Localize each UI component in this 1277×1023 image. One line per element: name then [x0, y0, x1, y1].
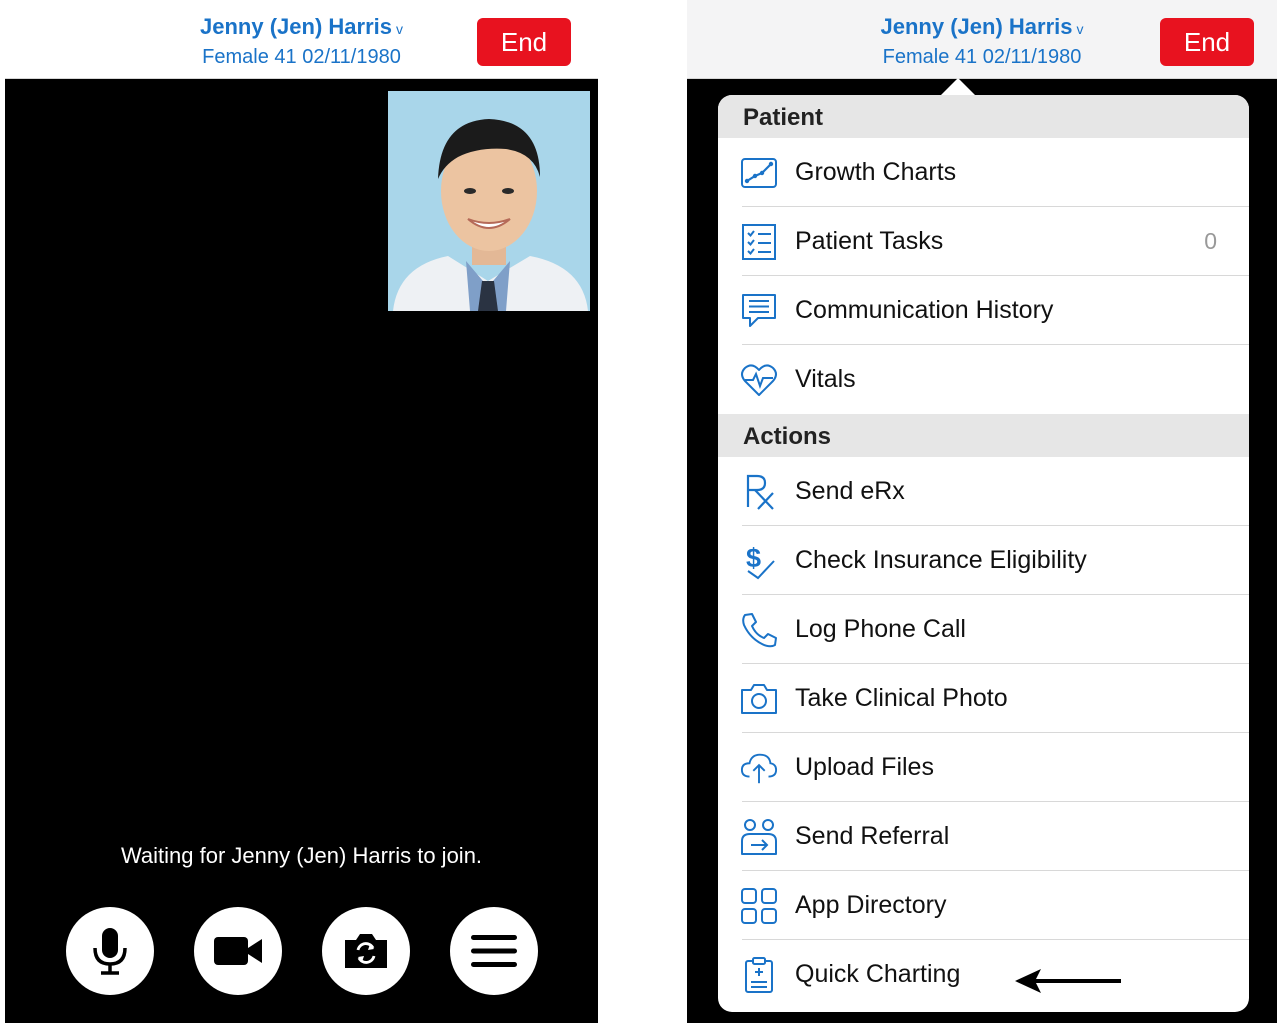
- provider-avatar: [388, 91, 590, 311]
- menu-item-send-referral[interactable]: Send Referral: [718, 802, 1249, 871]
- menu-item-label: App Directory: [795, 891, 947, 919]
- section-header-actions: Actions: [718, 414, 1249, 457]
- checklist-icon: [740, 223, 778, 261]
- more-options-button[interactable]: [450, 907, 538, 995]
- dollar-check-icon: $: [740, 542, 778, 580]
- patient-name: Jenny (Jen) Harris: [200, 14, 392, 39]
- toggle-video-button[interactable]: [194, 907, 282, 995]
- menu-item-label: Upload Files: [795, 753, 934, 781]
- app-grid-icon: [740, 887, 778, 925]
- section-header-patient: Patient: [718, 95, 1249, 138]
- menu-item-label: Patient Tasks: [795, 227, 944, 255]
- clipboard-icon: [740, 956, 778, 994]
- menu-item-communication-history[interactable]: Communication History: [718, 276, 1249, 345]
- menu-item-label: Quick Charting: [795, 960, 961, 988]
- microphone-icon: [93, 928, 127, 975]
- end-call-button[interactable]: End: [477, 18, 571, 66]
- patient-menu-popover: Patient Growth Charts Patient Tasks 0 Co…: [718, 95, 1249, 1012]
- patient-menu-screen: Jenny (Jen) Harris v Female 41 02/11/1980…: [687, 0, 1277, 1023]
- waiting-message: Waiting for Jenny (Jen) Harris to join.: [120, 843, 483, 868]
- end-call-button[interactable]: End: [1160, 18, 1254, 66]
- menu-item-label: Send eRx: [795, 477, 905, 505]
- patient-name: Jenny (Jen) Harris: [880, 14, 1073, 39]
- hamburger-menu-icon: [471, 935, 517, 967]
- switch-camera-button[interactable]: [322, 907, 410, 995]
- svg-text:$: $: [746, 543, 761, 573]
- menu-item-label: Communication History: [795, 296, 1054, 324]
- menu-item-patient-tasks[interactable]: Patient Tasks 0: [718, 207, 1249, 276]
- menu-item-label: Growth Charts: [795, 158, 957, 186]
- menu-item-growth-charts[interactable]: Growth Charts: [718, 138, 1249, 207]
- chevron-down-icon: v: [395, 21, 403, 37]
- menu-item-quick-charting[interactable]: Quick Charting: [718, 940, 1249, 1009]
- menu-item-check-insurance-eligibility[interactable]: $ Check Insurance Eligibility: [718, 526, 1249, 595]
- chevron-down-icon: v: [1076, 21, 1084, 37]
- heart-pulse-icon: [740, 361, 778, 399]
- call-header: Jenny (Jen) Harris v Female 41 02/11/1980…: [687, 0, 1277, 79]
- self-view-video: [388, 91, 590, 311]
- mute-microphone-button[interactable]: [66, 907, 154, 995]
- menu-item-send-erx[interactable]: Send eRx: [718, 457, 1249, 526]
- pointer-arrow-icon: [1015, 969, 1121, 993]
- phone-icon: [740, 611, 778, 649]
- video-call-screen: Jenny (Jen) Harris v Female 41 02/11/1980…: [5, 0, 598, 1023]
- call-header: Jenny (Jen) Harris v Female 41 02/11/1980…: [5, 0, 598, 79]
- referral-icon: [740, 818, 778, 856]
- menu-item-label: Check Insurance Eligibility: [795, 546, 1087, 574]
- menu-item-vitals[interactable]: Vitals: [718, 345, 1249, 414]
- menu-item-label: Take Clinical Photo: [795, 684, 1008, 712]
- growth-chart-icon: [740, 154, 778, 192]
- switch-camera-icon: [345, 934, 387, 968]
- popover-caret: [940, 78, 976, 96]
- menu-item-label: Vitals: [795, 365, 856, 393]
- message-bubble-icon: [740, 292, 778, 330]
- menu-item-upload-files[interactable]: Upload Files: [718, 733, 1249, 802]
- video-camera-icon: [214, 937, 262, 965]
- menu-item-label: Log Phone Call: [795, 615, 966, 643]
- menu-item-app-directory[interactable]: App Directory: [718, 871, 1249, 940]
- menu-item-take-clinical-photo[interactable]: Take Clinical Photo: [718, 664, 1249, 733]
- cloud-upload-icon: [740, 749, 778, 787]
- rx-icon: [740, 473, 778, 511]
- task-count: 0: [1204, 228, 1217, 254]
- menu-item-log-phone-call[interactable]: Log Phone Call: [718, 595, 1249, 664]
- camera-icon: [740, 680, 778, 718]
- menu-item-label: Send Referral: [795, 822, 950, 850]
